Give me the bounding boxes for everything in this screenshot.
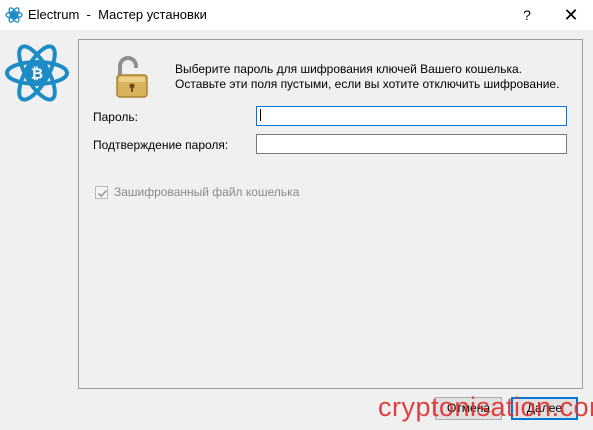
help-button[interactable]: ? xyxy=(516,4,538,26)
confirm-password-label: Подтверждение пароля: xyxy=(93,138,229,152)
encrypt-wallet-checkbox[interactable] xyxy=(95,185,108,199)
password-input[interactable] xyxy=(256,106,567,126)
electrum-logo-icon: ₿ xyxy=(5,44,69,102)
encrypt-wallet-checkbox-row: Зашифрованный файл кошелька xyxy=(95,185,299,199)
electrum-app-icon xyxy=(5,7,23,23)
app-name: Electrum xyxy=(28,7,80,22)
info-line-2: Оставьте эти поля пустыми, если вы хотит… xyxy=(175,77,560,91)
window-title: Electrum - Мастер установки xyxy=(28,7,207,22)
encryption-info-text: Выберите пароль для шифрования ключей Ва… xyxy=(175,62,559,92)
info-line-1: Выберите пароль для шифрования ключей Ва… xyxy=(175,62,523,76)
checkmark-icon xyxy=(97,189,108,197)
watermark-text: cryptonisation.com xyxy=(378,392,593,422)
password-label: Пароль: xyxy=(93,110,138,124)
confirm-password-input[interactable] xyxy=(256,134,567,154)
close-button[interactable]: ✕ xyxy=(558,4,584,26)
title-separator: - xyxy=(86,7,91,22)
wizard-content-panel: Выберите пароль для шифрования ключей Ва… xyxy=(78,39,583,389)
encrypt-wallet-label: Зашифрованный файл кошелька xyxy=(114,185,300,199)
open-padlock-icon xyxy=(116,56,148,98)
text-caret xyxy=(260,109,261,121)
wizard-title: Мастер установки xyxy=(98,7,207,22)
title-bar: Electrum - Мастер установки ? ✕ xyxy=(0,0,593,30)
password-field-wrap xyxy=(256,106,567,126)
svg-text:₿: ₿ xyxy=(31,65,43,83)
